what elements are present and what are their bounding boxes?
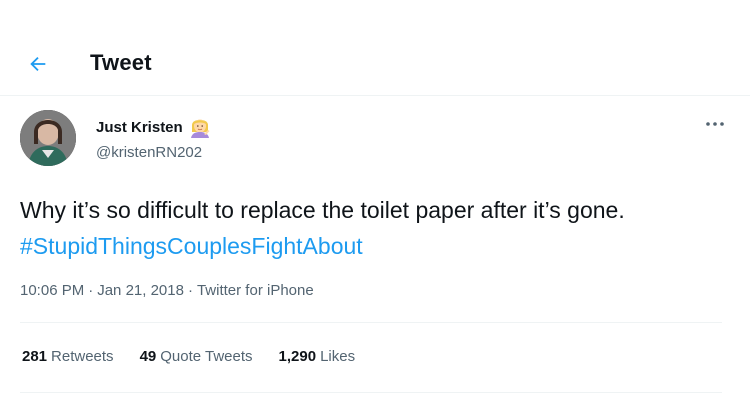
retweets-count: 281 (22, 348, 48, 365)
tweet-source[interactable]: Twitter for iPhone (197, 282, 314, 299)
tweet-page: Tweet Just Kristen @kristenRN202 Why it’… (0, 0, 750, 400)
tweet-stats: 281 Retweets 49 Quote Tweets 1,290 Likes (22, 348, 381, 365)
page-header: Tweet (0, 36, 750, 92)
woman-tipping-hand-emoji-icon (189, 116, 211, 138)
hashtag-link[interactable]: #StupidThingsCouplesFightAbout (20, 233, 363, 259)
quote-tweets-count: 49 (139, 348, 157, 365)
meta-separator: · (187, 282, 193, 299)
back-button[interactable] (20, 46, 56, 82)
retweets-stat[interactable]: 281 Retweets (22, 348, 114, 365)
retweets-label: Retweets (51, 348, 114, 365)
tweet-time[interactable]: 10:06 PM (20, 282, 84, 299)
more-horizontal-icon (706, 122, 724, 126)
tweet-date[interactable]: Jan 21, 2018 (97, 282, 184, 299)
author-handle[interactable]: @kristenRN202 (96, 144, 202, 161)
more-button[interactable] (700, 112, 730, 136)
likes-label: Likes (320, 348, 356, 365)
arrow-left-icon (30, 56, 46, 72)
meta-separator: · (88, 282, 94, 299)
page-title: Tweet (90, 50, 152, 75)
avatar-photo (20, 110, 76, 166)
header-divider (0, 95, 750, 96)
likes-count: 1,290 (278, 348, 317, 365)
tweet-body: Why it’s so difficult to replace the toi… (20, 197, 625, 223)
quote-tweets-stat[interactable]: 49 Quote Tweets (140, 348, 253, 365)
author-name-row: Just Kristen (96, 116, 211, 138)
tweet-text: Why it’s so difficult to replace the toi… (20, 192, 730, 264)
quote-tweets-label: Quote Tweets (160, 348, 253, 365)
stats-divider (20, 392, 722, 393)
likes-stat[interactable]: 1,290 Likes (279, 348, 356, 365)
tweet-meta: 10:06 PM · Jan 21, 2018 · Twitter for iPhone (20, 282, 314, 299)
author-name[interactable]: Just Kristen (96, 119, 183, 136)
avatar[interactable] (20, 110, 76, 166)
meta-divider (20, 322, 722, 323)
